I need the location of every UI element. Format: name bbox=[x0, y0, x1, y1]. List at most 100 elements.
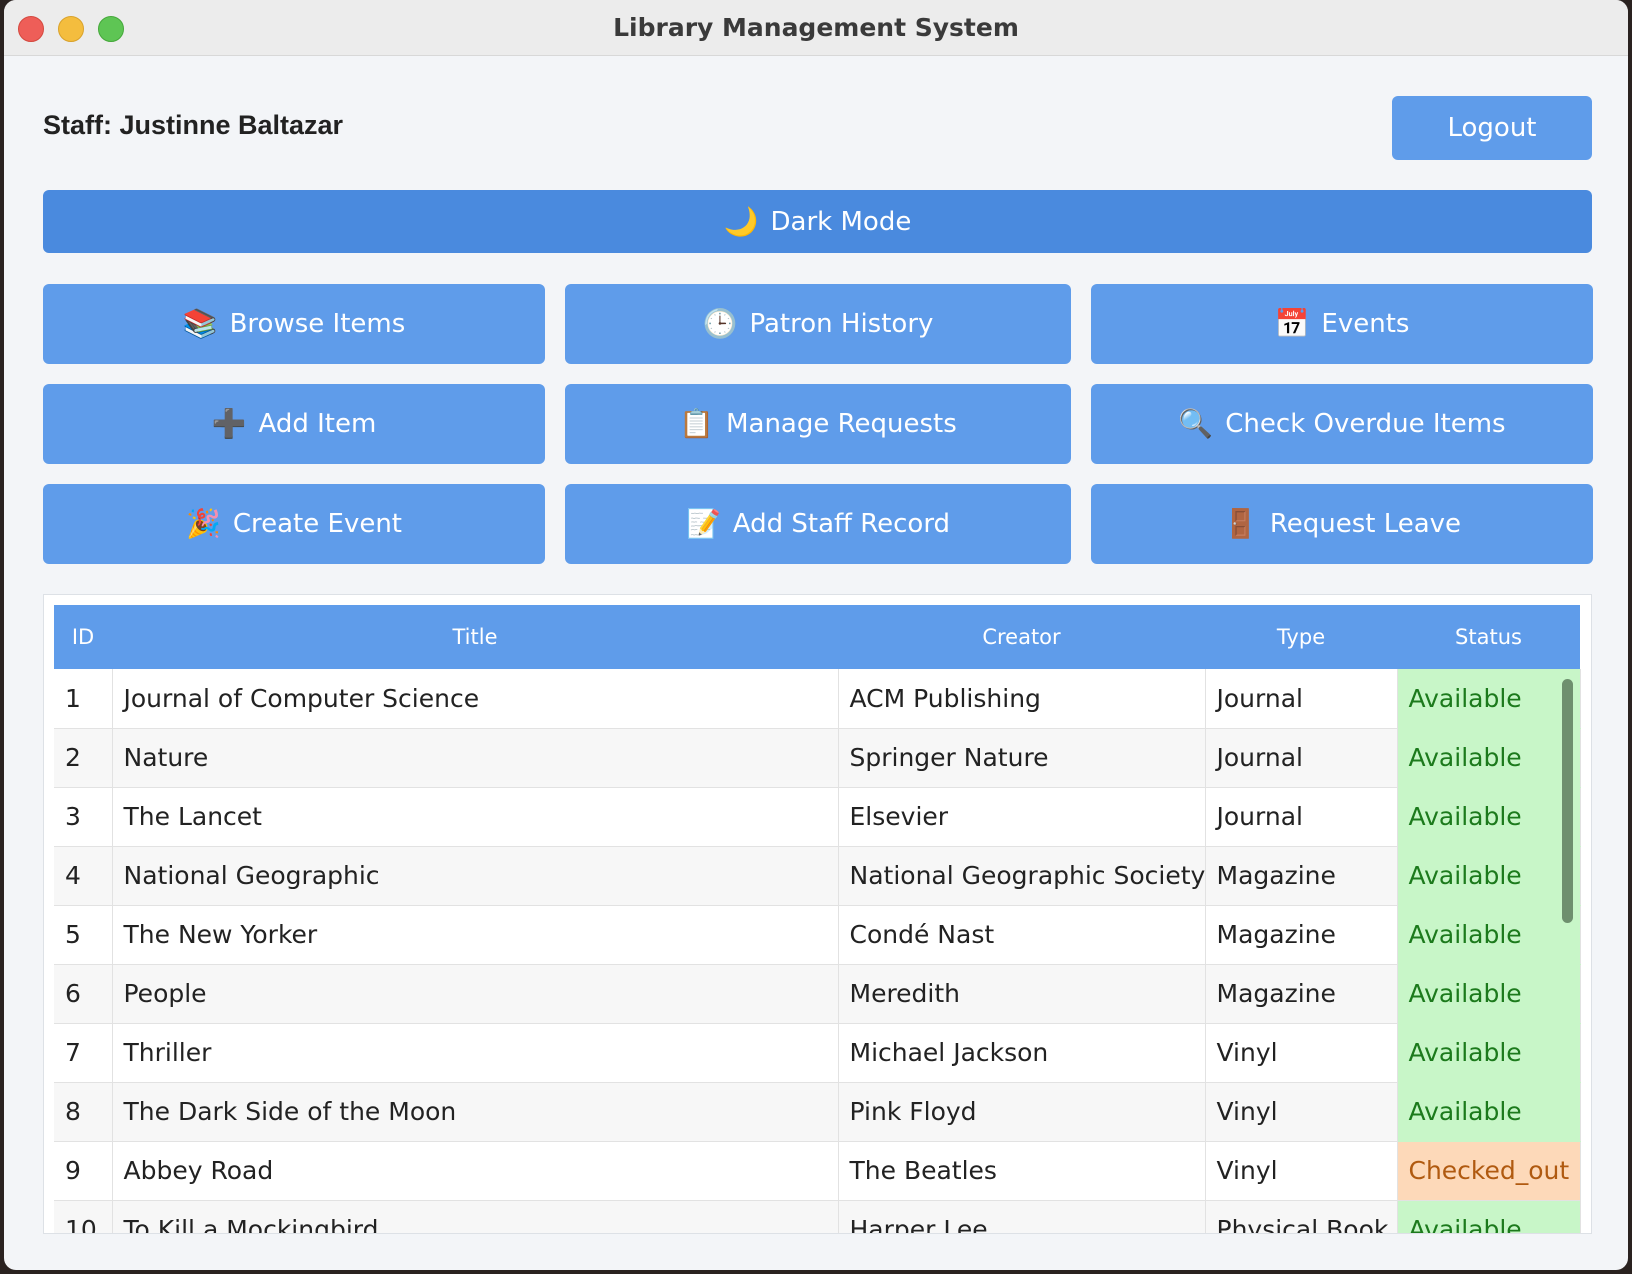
add-staff-record-button[interactable]: 📝 Add Staff Record bbox=[565, 484, 1071, 564]
cell-creator: National Geographic Society bbox=[838, 846, 1206, 906]
cell-creator: Meredith bbox=[838, 964, 1206, 1024]
cell-status: Available bbox=[1397, 846, 1581, 906]
check-overdue-label: Check Overdue Items bbox=[1225, 409, 1506, 439]
clock-icon: 🕒 bbox=[702, 307, 738, 340]
cell-type: Vinyl bbox=[1205, 1141, 1398, 1201]
cell-creator: Pink Floyd bbox=[838, 1082, 1206, 1142]
table-scrollbar[interactable] bbox=[1562, 679, 1573, 923]
cell-creator: ACM Publishing bbox=[838, 669, 1206, 729]
cell-status: Available bbox=[1397, 1082, 1581, 1142]
cell-type: Magazine bbox=[1205, 846, 1398, 906]
table-row[interactable]: 4 National Geographic National Geographi… bbox=[54, 846, 1581, 906]
browse-items-button[interactable]: 📚 Browse Items bbox=[43, 284, 545, 364]
cell-type: Journal bbox=[1205, 787, 1398, 847]
cell-creator: Springer Nature bbox=[838, 728, 1206, 788]
table-row[interactable]: 8 The Dark Side of the Moon Pink Floyd V… bbox=[54, 1082, 1581, 1142]
calendar-icon: 📅 bbox=[1274, 307, 1310, 340]
add-item-button[interactable]: ➕ Add Item bbox=[43, 384, 545, 464]
cell-id: 2 bbox=[54, 728, 113, 788]
create-event-button[interactable]: 🎉 Create Event bbox=[43, 484, 545, 564]
door-icon: 🚪 bbox=[1222, 507, 1258, 540]
cell-type: Magazine bbox=[1205, 905, 1398, 965]
items-table: ID Title Creator Type Status 1 Journal o… bbox=[54, 605, 1581, 1233]
cell-status: Available bbox=[1397, 728, 1581, 788]
cell-status: Available bbox=[1397, 905, 1581, 965]
cell-id: 5 bbox=[54, 905, 113, 965]
add-item-label: Add Item bbox=[258, 409, 377, 439]
items-table-container[interactable]: ID Title Creator Type Status 1 Journal o… bbox=[43, 594, 1592, 1234]
cell-type: Physical Book bbox=[1205, 1200, 1398, 1233]
table-row[interactable]: 2 Nature Springer Nature Journal Availab… bbox=[54, 728, 1581, 788]
manage-requests-label: Manage Requests bbox=[726, 409, 957, 439]
add-staff-record-label: Add Staff Record bbox=[732, 509, 951, 539]
window-title: Library Management System bbox=[613, 13, 1019, 42]
app-window: Library Management System Staff: Justinn… bbox=[4, 0, 1628, 1270]
patron-history-label: Patron History bbox=[749, 309, 934, 339]
column-header-status[interactable]: Status bbox=[1397, 605, 1580, 669]
cell-status: Available bbox=[1397, 964, 1581, 1024]
logout-button[interactable]: Logout bbox=[1392, 96, 1592, 160]
cell-id: 4 bbox=[54, 846, 113, 906]
patron-history-button[interactable]: 🕒 Patron History bbox=[565, 284, 1071, 364]
cell-type: Magazine bbox=[1205, 964, 1398, 1024]
cell-creator: Michael Jackson bbox=[838, 1023, 1206, 1083]
cell-title: National Geographic bbox=[112, 846, 839, 906]
manage-requests-button[interactable]: 📋 Manage Requests bbox=[565, 384, 1071, 464]
column-header-type[interactable]: Type bbox=[1205, 605, 1397, 669]
books-icon: 📚 bbox=[182, 307, 218, 340]
browse-items-label: Browse Items bbox=[229, 309, 406, 339]
cell-title: The New Yorker bbox=[112, 905, 839, 965]
cell-id: 9 bbox=[54, 1141, 113, 1201]
cell-type: Vinyl bbox=[1205, 1023, 1398, 1083]
memo-icon: 📝 bbox=[685, 507, 721, 540]
cell-id: 8 bbox=[54, 1082, 113, 1142]
cell-creator: The Beatles bbox=[838, 1141, 1206, 1201]
cell-title: Thriller bbox=[112, 1023, 839, 1083]
check-overdue-button[interactable]: 🔍 Check Overdue Items bbox=[1091, 384, 1593, 464]
create-event-label: Create Event bbox=[232, 509, 402, 539]
cell-creator: Elsevier bbox=[838, 787, 1206, 847]
cell-status: Available bbox=[1397, 669, 1581, 729]
cell-title: The Lancet bbox=[112, 787, 839, 847]
request-leave-button[interactable]: 🚪 Request Leave bbox=[1091, 484, 1593, 564]
table-row[interactable]: 1 Journal of Computer Science ACM Publis… bbox=[54, 669, 1581, 729]
column-header-title[interactable]: Title bbox=[112, 605, 838, 669]
cell-creator: Condé Nast bbox=[838, 905, 1206, 965]
dark-mode-button[interactable]: 🌙 Dark Mode bbox=[43, 190, 1592, 253]
events-label: Events bbox=[1321, 309, 1410, 339]
table-row[interactable]: 7 Thriller Michael Jackson Vinyl Availab… bbox=[54, 1023, 1581, 1083]
magnifier-icon: 🔍 bbox=[1178, 407, 1214, 440]
table-row[interactable]: 3 The Lancet Elsevier Journal Available bbox=[54, 787, 1581, 847]
cell-title: The Dark Side of the Moon bbox=[112, 1082, 839, 1142]
title-bar: Library Management System bbox=[4, 0, 1628, 56]
cell-title: Abbey Road bbox=[112, 1141, 839, 1201]
moon-icon: 🌙 bbox=[723, 204, 759, 238]
staff-name-label: Staff: Justinne Baltazar bbox=[43, 110, 344, 140]
cell-id: 10 bbox=[54, 1200, 113, 1233]
table-row[interactable]: 5 The New Yorker Condé Nast Magazine Ava… bbox=[54, 905, 1581, 965]
cell-title: Journal of Computer Science bbox=[112, 669, 839, 729]
clipboard-icon: 📋 bbox=[679, 407, 715, 440]
cell-id: 1 bbox=[54, 669, 113, 729]
party-popper-icon: 🎉 bbox=[185, 507, 221, 540]
cell-title: People bbox=[112, 964, 839, 1024]
cell-title: To Kill a Mockingbird bbox=[112, 1200, 839, 1233]
cell-status: Available bbox=[1397, 787, 1581, 847]
table-header-row: ID Title Creator Type Status bbox=[54, 605, 1580, 669]
table-row[interactable]: 10 To Kill a Mockingbird Harper Lee Phys… bbox=[54, 1200, 1581, 1233]
column-header-creator[interactable]: Creator bbox=[838, 605, 1205, 669]
table-row[interactable]: 9 Abbey Road The Beatles Vinyl Checked_o… bbox=[54, 1141, 1581, 1201]
cell-creator: Harper Lee bbox=[838, 1200, 1206, 1233]
cell-status: Checked_out bbox=[1397, 1141, 1581, 1201]
cell-id: 3 bbox=[54, 787, 113, 847]
plus-icon: ➕ bbox=[211, 407, 247, 440]
cell-title: Nature bbox=[112, 728, 839, 788]
cell-status: Available bbox=[1397, 1023, 1581, 1083]
events-button[interactable]: 📅 Events bbox=[1091, 284, 1593, 364]
request-leave-label: Request Leave bbox=[1269, 509, 1462, 539]
column-header-id[interactable]: ID bbox=[54, 605, 112, 669]
cell-id: 7 bbox=[54, 1023, 113, 1083]
cell-status: Available bbox=[1397, 1200, 1581, 1233]
table-row[interactable]: 6 People Meredith Magazine Available bbox=[54, 964, 1581, 1024]
cell-type: Journal bbox=[1205, 669, 1398, 729]
